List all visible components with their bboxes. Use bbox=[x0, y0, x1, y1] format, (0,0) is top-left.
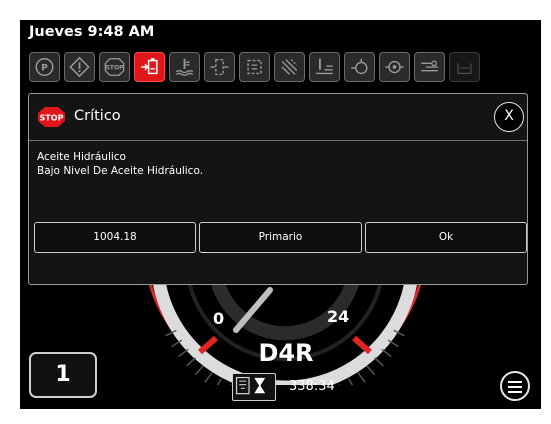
gauge-tick bbox=[186, 357, 196, 367]
menu-button[interactable] bbox=[500, 371, 530, 401]
stop-icon[interactable]: STOP bbox=[99, 52, 130, 82]
gauge-tick bbox=[338, 384, 341, 385]
stop-sign-icon: STOP bbox=[38, 107, 65, 127]
gauge-tick bbox=[178, 348, 189, 358]
oil-pressure-icon[interactable] bbox=[379, 52, 410, 82]
machine-display: Jueves 9:48 AM P STOP 0 24 D4R 1 338:34 … bbox=[20, 20, 541, 409]
gauge-tick bbox=[216, 378, 222, 385]
alert-title: Crítico bbox=[74, 108, 121, 124]
tank-icon[interactable] bbox=[449, 52, 480, 82]
alert-source-button[interactable]: Primario bbox=[199, 222, 362, 253]
gauge-min-label: 0 bbox=[213, 309, 225, 328]
close-button[interactable]: X bbox=[494, 102, 524, 132]
hourmeter-icon bbox=[232, 373, 276, 401]
critical-alert-dialog: STOP Crítico X Aceite Hidráulico Bajo Ni… bbox=[28, 93, 528, 285]
gauge-tick bbox=[374, 357, 384, 367]
alert-code-button[interactable]: 1004.18 bbox=[34, 222, 196, 253]
gauge-tick bbox=[194, 365, 204, 376]
coolant-temperature-icon[interactable] bbox=[169, 52, 200, 82]
svg-text:STOP: STOP bbox=[40, 114, 64, 123]
alert-message-body: Bajo Nivel De Aceite Hidráulico. bbox=[37, 165, 204, 177]
transmission-filter-icon[interactable] bbox=[239, 52, 270, 82]
gauge-max-label: 24 bbox=[327, 307, 350, 326]
parking-brake-icon[interactable]: P bbox=[29, 52, 60, 82]
transmission-temperature-icon[interactable] bbox=[309, 52, 340, 82]
alert-message-title: Aceite Hidráulico bbox=[37, 151, 126, 163]
gauge-tick bbox=[204, 372, 213, 383]
warning-triangle-icon[interactable] bbox=[64, 52, 95, 82]
alert-header: STOP Crítico X bbox=[29, 94, 527, 141]
gauge-min-marker bbox=[198, 335, 218, 355]
hydraulic-oil-icon[interactable] bbox=[134, 52, 165, 82]
hydraulic-filter-icon[interactable] bbox=[204, 52, 235, 82]
gear-indicator: D4R bbox=[258, 339, 314, 367]
menu-icon bbox=[508, 381, 522, 383]
engine-icon[interactable] bbox=[344, 52, 375, 82]
gauge-max-marker bbox=[352, 335, 372, 355]
fuel-icon[interactable] bbox=[414, 52, 445, 82]
gauge-tick bbox=[357, 372, 366, 383]
gauge-tick bbox=[366, 365, 376, 376]
air-filter-icon[interactable] bbox=[274, 52, 305, 82]
date-time: Jueves 9:48 AM bbox=[29, 24, 155, 40]
svg-text:P: P bbox=[41, 63, 48, 74]
gauge-tick bbox=[348, 378, 354, 385]
hour-meter-value: 338:34 bbox=[289, 379, 335, 394]
display-slot-button[interactable]: 1 bbox=[29, 352, 97, 398]
svg-text:STOP: STOP bbox=[106, 64, 124, 71]
gauge-tick bbox=[381, 348, 392, 358]
gauge-tick bbox=[229, 384, 232, 385]
ok-button[interactable]: Ok bbox=[365, 222, 527, 253]
